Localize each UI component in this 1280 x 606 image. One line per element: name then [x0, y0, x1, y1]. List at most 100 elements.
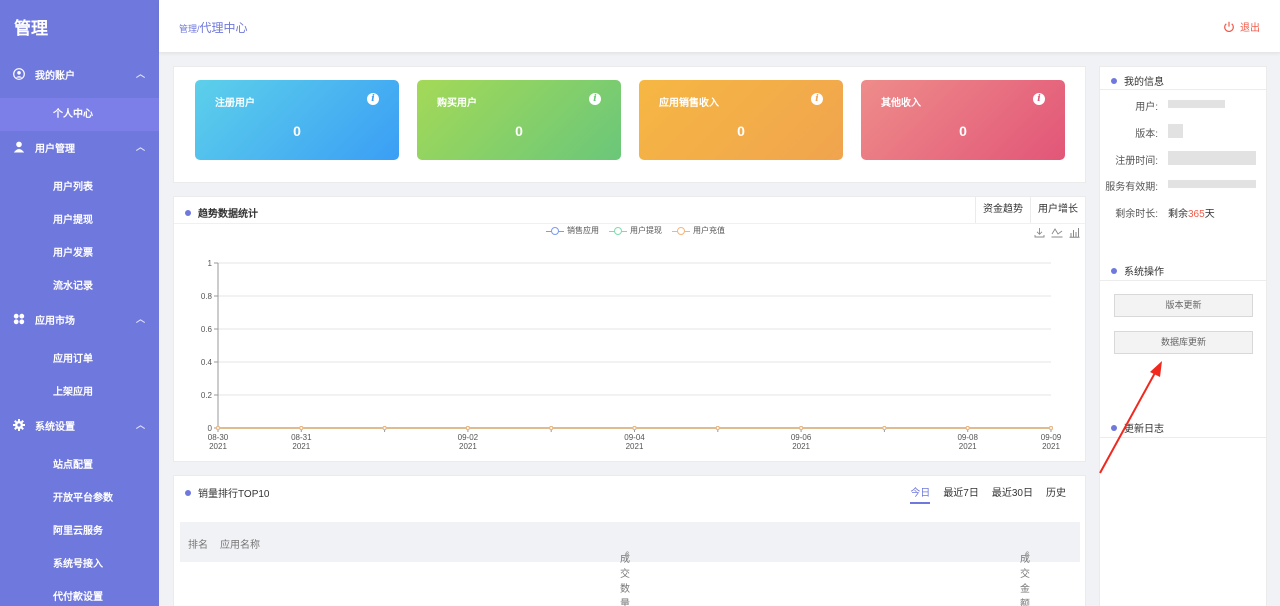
menu-group-label: 系统设置: [35, 421, 75, 433]
x-tick-label: 09-09: [1041, 433, 1062, 442]
y-tick-label: 0: [208, 424, 213, 433]
sidebar-item[interactable]: 代付款设置: [0, 581, 159, 606]
sidebar-item[interactable]: 阿里云服务: [0, 515, 159, 548]
x-tick-label-year: 2021: [209, 442, 227, 451]
column-rank: 排名: [188, 540, 208, 551]
info-icon[interactable]: i: [589, 93, 601, 105]
series-point: [882, 426, 887, 430]
series-point: [715, 426, 720, 430]
app-logo: 管理: [14, 19, 48, 38]
redacted-value: [1168, 124, 1183, 138]
tab-last-30-days[interactable]: 最近30日: [992, 484, 1033, 504]
series-point: [216, 426, 220, 430]
sidebar-item[interactable]: 系统号接入: [0, 548, 159, 581]
sidebar-item[interactable]: 应用订单: [0, 343, 159, 376]
version-update-button[interactable]: 版本更新: [1114, 294, 1253, 317]
trend-chart: 00.20.40.60.8108-30202108-31202109-02202…: [201, 259, 1062, 451]
stat-label: 其他收入: [881, 98, 921, 109]
menu-group-system-settings[interactable]: 系统设置 ︿: [0, 409, 159, 441]
remaining-prefix: 剩余: [1168, 209, 1188, 220]
x-tick-label-year: 2021: [959, 442, 977, 451]
info-title-text: 我的信息: [1124, 77, 1164, 88]
stat-value: 0: [959, 123, 967, 139]
bullet-dot: [185, 489, 191, 496]
menu-group-user-management[interactable]: 用户管理 ︿: [0, 131, 159, 163]
redacted-value: [1168, 180, 1256, 188]
x-tick-label: 09-02: [458, 433, 479, 442]
apps-icon: [12, 312, 26, 326]
sidebar-item[interactable]: 站点配置: [0, 449, 159, 482]
sidebar-item[interactable]: 上架应用: [0, 376, 159, 409]
remaining-value: 剩余365天: [1168, 205, 1215, 220]
series-point: [965, 426, 970, 430]
column-app-name: 应用名称: [220, 540, 260, 551]
database-update-button[interactable]: 数据库更新: [1114, 331, 1253, 354]
logout-button[interactable]: 退出: [1223, 19, 1260, 34]
menu-spacer: [0, 335, 159, 343]
menu-group-label: 应用市场: [35, 315, 75, 327]
trend-panel: 趋势数据统计 资金趋势 用户增长 销售应用 用户提现 用户充值 0 0.2 0.4 0…: [173, 196, 1086, 462]
sidebar-item[interactable]: 用户提现: [0, 204, 159, 237]
ranking-tabs: 今日 最近7日 最近30日 历史: [897, 484, 1066, 504]
x-tick-label: 09-04: [624, 433, 645, 442]
series-point: [382, 426, 387, 430]
info-key: 版本:: [1135, 129, 1158, 140]
x-tick-label-year: 2021: [792, 442, 810, 451]
breadcrumb: 管理/代理中心: [179, 19, 248, 36]
menu-group-label: 我的账户: [35, 70, 75, 82]
x-tick-label-year: 2021: [292, 442, 310, 451]
remaining-days: 365: [1188, 209, 1205, 220]
y-tick-label: 0.2: [201, 391, 213, 400]
stat-value: 0: [515, 123, 523, 139]
ranking-title: 销量排行TOP10: [185, 485, 270, 500]
series-point: [465, 426, 470, 430]
sidebar-menu: 我的账户 ︿ 个人中心 用户管理 ︿ 用户列表 用户提现 用户发票 流水记录应用市场 ︿ 应用订单上…: [0, 58, 159, 606]
divider: [1100, 89, 1266, 90]
x-tick-label: 08-31: [291, 433, 312, 442]
menu-spacer: [0, 163, 159, 171]
menu-group-my-account[interactable]: 我的账户 ︿: [0, 58, 159, 90]
chevron-up-icon: ︿: [135, 69, 145, 79]
series-point: [299, 426, 304, 430]
menu-group-app-market[interactable]: 应用市场 ︿: [0, 303, 159, 335]
sidebar-item[interactable]: 开放平台参数: [0, 482, 159, 515]
stat-card-other-income: 其他收入 i 0: [861, 80, 1065, 160]
series-point: [549, 426, 554, 430]
divider: [1100, 280, 1266, 281]
info-key: 注册时间:: [1115, 156, 1158, 167]
top-bar: 管理/代理中心 退出: [159, 0, 1280, 53]
sidebar-item[interactable]: 个人中心: [0, 98, 159, 131]
info-icon[interactable]: i: [811, 93, 823, 105]
table-header: 排名 应用名称 成交数量 ⇕ 成交金额 ⇕: [180, 522, 1080, 606]
stat-label: 购买用户: [437, 98, 477, 109]
info-icon[interactable]: i: [367, 93, 379, 105]
chevron-up-icon: ︿: [135, 314, 145, 324]
menu-spacer: [0, 90, 159, 98]
sidebar-item[interactable]: 用户发票: [0, 237, 159, 270]
series-point: [799, 426, 804, 430]
sidebar: 管理 我的账户 ︿ 个人中心 用户管理 ︿ 用户列表 用户提现 用户发票 流水记录 应用市场 ︿ 应用…: [0, 0, 159, 606]
stats-panel: 注册用户 i 0 购买用户 i 0 应用销售收入 i 0 其他收入 i 0: [173, 66, 1086, 183]
stat-card-buying-users: 购买用户 i 0: [417, 80, 621, 160]
y-tick-label: 0.8: [201, 292, 213, 301]
x-tick-label: 08-30: [208, 433, 229, 442]
stat-card-app-sales-income: 应用销售收入 i 0: [639, 80, 843, 160]
series-point: [632, 426, 637, 430]
breadcrumb-root[interactable]: 管理/: [179, 24, 200, 34]
sidebar-item[interactable]: 用户列表: [0, 171, 159, 204]
stat-value: 0: [293, 123, 301, 139]
stat-label: 注册用户: [215, 98, 255, 109]
sort-icon[interactable]: ⇕: [624, 550, 631, 559]
tab-history[interactable]: 历史: [1046, 484, 1066, 504]
info-title: 我的信息: [1111, 73, 1164, 88]
annotation-arrow: [1099, 361, 1162, 474]
logout-label: 退出: [1240, 23, 1260, 34]
info-icon[interactable]: i: [1033, 93, 1045, 105]
tab-last-7-days[interactable]: 最近7日: [943, 484, 979, 504]
sort-icon[interactable]: ⇕: [1024, 550, 1031, 559]
ranking-panel: 销量排行TOP10 今日 最近7日 最近30日 历史 排名 应用名称 成交数量 ⇕…: [173, 475, 1086, 606]
bullet-dot: [1111, 267, 1117, 274]
sidebar-item[interactable]: 流水记录: [0, 270, 159, 303]
tab-today[interactable]: 今日: [910, 484, 931, 504]
stat-label: 应用销售收入: [659, 98, 719, 109]
